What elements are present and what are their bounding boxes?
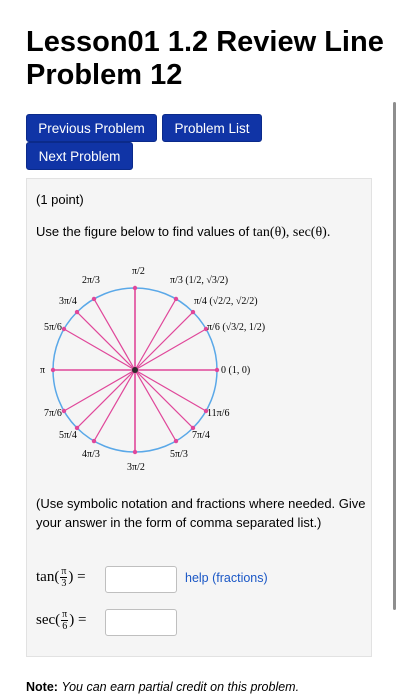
label-5pi-over-6: 5π/6 bbox=[44, 322, 62, 333]
label-4pi-over-3: 4π/3 bbox=[82, 449, 100, 460]
tan-question: tan( π 3 ) = bbox=[36, 566, 86, 589]
tan-suffix: ) = bbox=[68, 569, 86, 585]
instruction-text: Use the figure below to find values of bbox=[36, 224, 253, 239]
label-3pi-over-4: 3π/4 bbox=[59, 296, 77, 307]
label-pi-over-2: π/2 bbox=[132, 266, 145, 277]
angle-dot bbox=[91, 438, 97, 444]
label-5pi-over-3: 5π/3 bbox=[170, 449, 188, 460]
problem-box: (1 point) Use the figure below to find v… bbox=[26, 178, 372, 657]
origin-dot bbox=[132, 367, 138, 373]
angle-dot bbox=[132, 449, 138, 455]
note-label: Note: bbox=[26, 680, 58, 694]
problem-list-button[interactable]: Problem List bbox=[162, 114, 262, 142]
label-7pi-over-4: 7π/4 bbox=[192, 430, 210, 441]
footer-note: Note: You can earn partial credit on thi… bbox=[26, 680, 299, 694]
tan-fraction: π 3 bbox=[60, 566, 68, 589]
note-text: You can earn partial credit on this prob… bbox=[61, 680, 300, 694]
sec-answer-input[interactable] bbox=[105, 609, 177, 636]
label-3pi-over-2: 3π/2 bbox=[127, 462, 145, 473]
tan-answer-input[interactable] bbox=[105, 566, 177, 593]
label-pi-over-4-point: π/4 (√2/2, √2/2) bbox=[194, 296, 258, 307]
sec-func: sec( bbox=[36, 612, 61, 628]
angle-dot bbox=[50, 367, 56, 373]
angle-dot bbox=[214, 367, 220, 373]
angle-dot bbox=[132, 285, 138, 291]
angle-dot bbox=[91, 296, 97, 302]
instruction-math: tan(θ), sec(θ). bbox=[252, 225, 331, 240]
tan-fraction-den: 3 bbox=[61, 578, 67, 589]
page-title-line-2: Problem 12 bbox=[26, 59, 183, 91]
scrollbar[interactable] bbox=[393, 102, 396, 610]
tan-fraction-num: π bbox=[60, 566, 68, 578]
next-problem-button[interactable]: Next Problem bbox=[26, 142, 133, 170]
sec-suffix: ) = bbox=[69, 612, 87, 628]
angle-dot bbox=[61, 408, 67, 414]
angle-dot bbox=[74, 309, 80, 315]
angle-dot bbox=[173, 296, 179, 302]
unit-circle-figure: π/2 2π/3 3π/4 5π/6 π 7π/6 5π/4 4π/3 3π/2… bbox=[40, 266, 265, 473]
sec-fraction: π 6 bbox=[61, 609, 69, 632]
angle-dot bbox=[61, 326, 67, 332]
label-pi-over-6-point: π/6 (√3/2, 1/2) bbox=[207, 322, 265, 333]
sec-fraction-num: π bbox=[61, 609, 69, 621]
page-title-line-1: Lesson01 1.2 Review Line bbox=[26, 26, 384, 58]
tan-func: tan( bbox=[36, 569, 60, 585]
label-pi: π bbox=[40, 365, 45, 376]
label-7pi-over-6: 7π/6 bbox=[44, 408, 62, 419]
previous-problem-button[interactable]: Previous Problem bbox=[26, 114, 157, 142]
instruction: Use the figure below to find values of t… bbox=[36, 224, 330, 241]
label-pi-over-3-point: π/3 (1/2, √3/2) bbox=[170, 275, 228, 286]
hint-text: (Use symbolic notation and fractions whe… bbox=[36, 496, 366, 530]
sec-fraction-den: 6 bbox=[62, 621, 68, 632]
label-2pi-over-3: 2π/3 bbox=[82, 275, 100, 286]
help-fractions-link[interactable]: help (fractions) bbox=[185, 571, 268, 585]
sec-question: sec( π 6 ) = bbox=[36, 609, 86, 632]
label-5pi-over-4: 5π/4 bbox=[59, 430, 77, 441]
points-label: (1 point) bbox=[36, 192, 84, 207]
label-11pi-over-6: 11π/6 bbox=[207, 408, 229, 419]
angle-dot bbox=[190, 309, 196, 315]
label-zero-point: 0 (1, 0) bbox=[221, 365, 250, 376]
page-title: Lesson01 1.2 Review Line Problem 12 bbox=[26, 26, 400, 92]
angle-dot bbox=[173, 438, 179, 444]
